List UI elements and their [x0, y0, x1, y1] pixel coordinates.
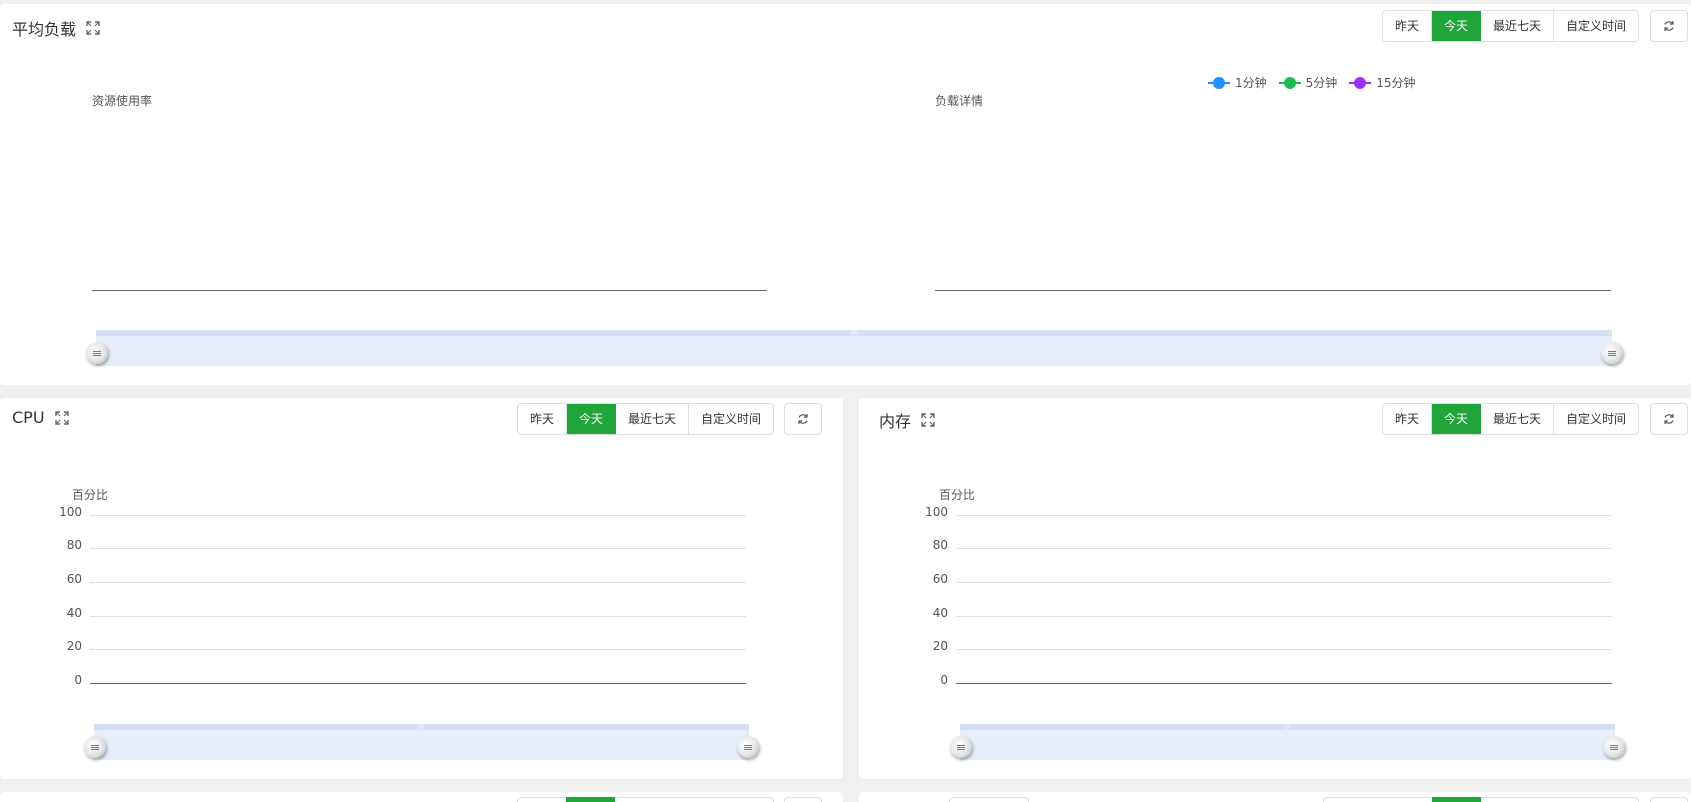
memory-panel-title-row: 内存 [879, 408, 935, 432]
time-btn-custom[interactable]: 自定义时间 [1554, 404, 1638, 434]
datazoom-right-handle-icon[interactable] [1603, 736, 1625, 758]
resource-usage-axis [92, 290, 767, 291]
memory-ytick-40: 40 [932, 606, 948, 620]
cpu-y-axis-label: 百分比 [72, 488, 109, 502]
datazoom-drag-grip-icon[interactable]: ||| [1284, 724, 1290, 730]
cpu-panel: CPU 昨天 今天 最近七天 自定义时间 百分比 100 80 60 40 20… [0, 398, 843, 779]
cpu-time-range-group: 昨天 今天 最近七天 自定义时间 [517, 403, 775, 435]
load-refresh-button[interactable] [1650, 10, 1688, 42]
datazoom-drag-grip-icon[interactable]: ||| [851, 330, 857, 336]
refresh-icon [798, 414, 808, 424]
cpu-gridline [90, 649, 746, 650]
load-panel-title-row: 平均负载 [12, 16, 100, 40]
memory-ytick-0: 0 [940, 673, 948, 687]
datazoom-left-handle-icon[interactable] [86, 342, 108, 364]
legend-item-1min[interactable]: 1分钟 [1208, 74, 1267, 91]
next-right-btn-outline [1323, 797, 1639, 802]
cpu-ytick-80: 80 [66, 538, 82, 552]
load-panel-title: 平均负载 [12, 20, 77, 39]
datazoom-left-handle-icon[interactable] [950, 736, 972, 758]
next-left-btn-outline [517, 797, 774, 802]
time-btn-last-7-days[interactable]: 最近七天 [616, 404, 690, 434]
memory-gridline [956, 616, 1612, 617]
memory-gridline [956, 515, 1612, 516]
cpu-refresh-button[interactable] [784, 403, 822, 435]
time-btn-today[interactable]: 今天 [567, 404, 617, 434]
time-btn-last-7-days[interactable]: 最近七天 [1481, 11, 1555, 41]
memory-y-axis-label: 百分比 [939, 488, 976, 502]
cpu-ytick-20: 20 [66, 639, 82, 653]
cpu-ytick-0: 0 [74, 673, 82, 687]
memory-gridline [956, 649, 1612, 650]
memory-panel-title: 内存 [879, 412, 912, 431]
load-datazoom-slider[interactable]: ||| [96, 330, 1612, 366]
expand-icon[interactable] [921, 413, 935, 427]
time-btn-yesterday[interactable]: 昨天 [1383, 11, 1433, 41]
time-btn-yesterday[interactable]: 昨天 [518, 404, 568, 434]
time-btn-yesterday[interactable]: 昨天 [1383, 404, 1433, 434]
datazoom-right-handle-icon[interactable] [737, 736, 759, 758]
memory-ytick-60: 60 [932, 572, 948, 586]
time-btn-today[interactable]: 今天 [1432, 11, 1482, 41]
legend-label: 5分钟 [1305, 76, 1338, 90]
next-left-panel [0, 792, 843, 802]
time-btn-last-7-days[interactable]: 最近七天 [1481, 404, 1555, 434]
cpu-ytick-100: 100 [59, 505, 82, 519]
refresh-icon [1664, 414, 1674, 424]
cpu-panel-title-row: CPU [12, 408, 69, 427]
expand-icon[interactable] [86, 21, 100, 35]
cpu-gridline [90, 548, 746, 549]
load-time-range-group: 昨天 今天 最近七天 自定义时间 [1382, 10, 1640, 42]
datazoom-left-handle-icon[interactable] [84, 736, 106, 758]
memory-gridline [956, 582, 1612, 583]
resource-usage-chart-label: 资源使用率 [92, 94, 153, 108]
cpu-ytick-60: 60 [66, 572, 82, 586]
legend-item-5min[interactable]: 5分钟 [1278, 74, 1338, 91]
memory-time-range-group: 昨天 今天 最近七天 自定义时间 [1382, 403, 1640, 435]
time-btn-today[interactable]: 今天 [1432, 404, 1482, 434]
datazoom-right-handle-icon[interactable] [1601, 342, 1623, 364]
memory-ytick-20: 20 [932, 639, 948, 653]
legend-marker-icon [1208, 76, 1230, 89]
cpu-gridline [90, 616, 746, 617]
legend-label: 1分钟 [1235, 76, 1267, 90]
next-right-panel [859, 792, 1691, 802]
memory-ytick-80: 80 [932, 538, 948, 552]
memory-panel: 内存 昨天 今天 最近七天 自定义时间 百分比 100 80 60 40 20 … [859, 398, 1691, 779]
cpu-ytick-40: 40 [66, 606, 82, 620]
time-btn-custom[interactable]: 自定义时间 [1554, 11, 1638, 41]
load-average-panel: 平均负载 昨天 今天 最近七天 自定义时间 1分钟 5分钟 15分钟 资源使用率 [0, 4, 1691, 385]
load-legend: 1分钟 5分钟 15分钟 [1208, 74, 1416, 91]
legend-item-15min[interactable]: 15分钟 [1349, 74, 1416, 91]
next-left-refresh-outline [784, 797, 822, 802]
memory-datazoom-slider[interactable]: ||| [960, 724, 1615, 760]
cpu-x-axis [90, 683, 746, 684]
legend-marker-icon [1278, 76, 1301, 89]
legend-label: 15分钟 [1376, 76, 1416, 90]
load-detail-axis [935, 290, 1611, 291]
memory-gridline [956, 548, 1612, 549]
datazoom-drag-grip-icon[interactable]: ||| [418, 724, 424, 730]
cpu-panel-title: CPU [12, 408, 45, 427]
cpu-gridline [90, 515, 746, 516]
time-btn-custom[interactable]: 自定义时间 [689, 404, 773, 434]
next-left-active-btn [566, 797, 615, 802]
cpu-gridline [90, 582, 746, 583]
expand-icon[interactable] [54, 410, 69, 425]
next-right-select-outline [949, 797, 1029, 802]
memory-refresh-button[interactable] [1650, 403, 1688, 435]
next-right-active-btn [1432, 797, 1481, 802]
memory-ytick-100: 100 [925, 505, 948, 519]
memory-x-axis [956, 683, 1612, 684]
load-detail-chart-label: 负载详情 [935, 94, 984, 108]
next-right-refresh-outline [1650, 797, 1688, 802]
cpu-datazoom-slider[interactable]: ||| [94, 724, 749, 760]
legend-marker-icon [1349, 76, 1372, 89]
refresh-icon [1664, 21, 1674, 31]
